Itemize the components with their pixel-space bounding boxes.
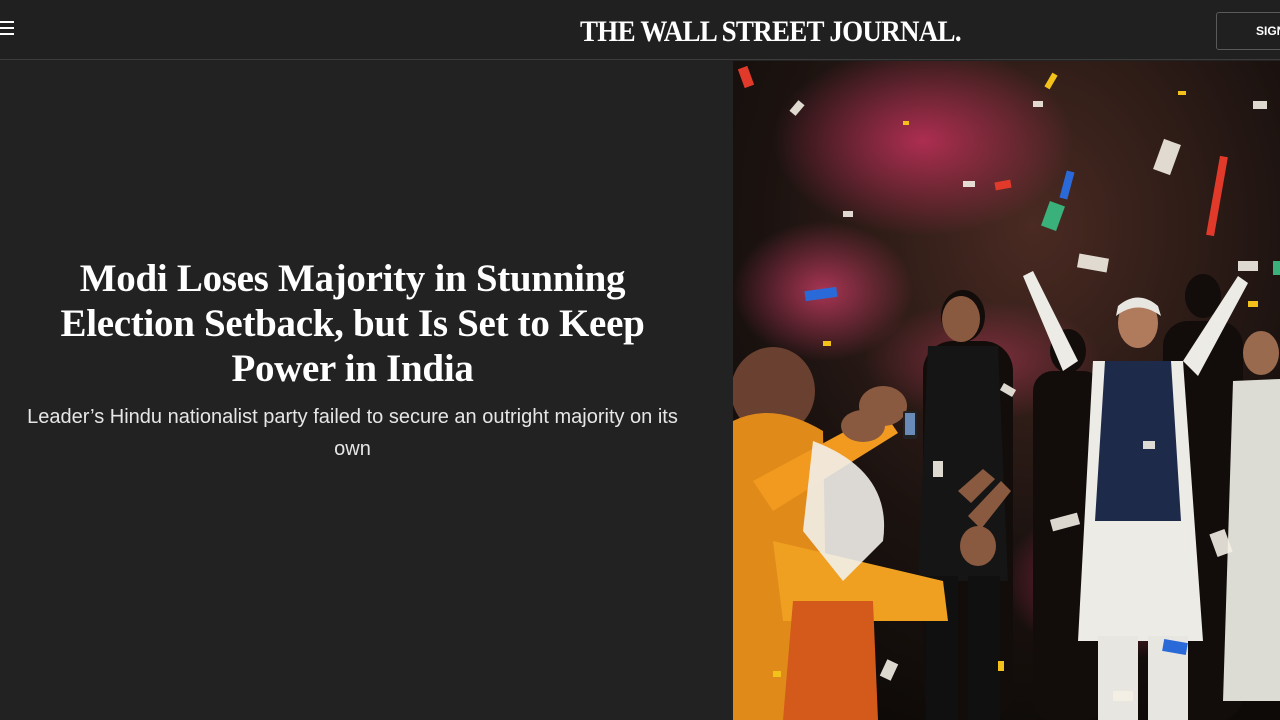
hero-photo-illustration — [733, 61, 1280, 720]
article-headline[interactable]: Modi Loses Majority in Stunning Election… — [20, 256, 685, 391]
article-dek: Leader’s Hindu nationalist party failed … — [27, 406, 678, 460]
site-header: THE WALL STREET JOURNAL. SIGN IN — [0, 0, 1280, 60]
hero-photo[interactable] — [733, 61, 1280, 720]
wsj-logo[interactable]: THE WALL STREET JOURNAL. — [580, 14, 962, 50]
sign-in-button[interactable]: SIGN IN — [1216, 12, 1280, 50]
hamburger-menu-icon[interactable] — [0, 18, 14, 38]
